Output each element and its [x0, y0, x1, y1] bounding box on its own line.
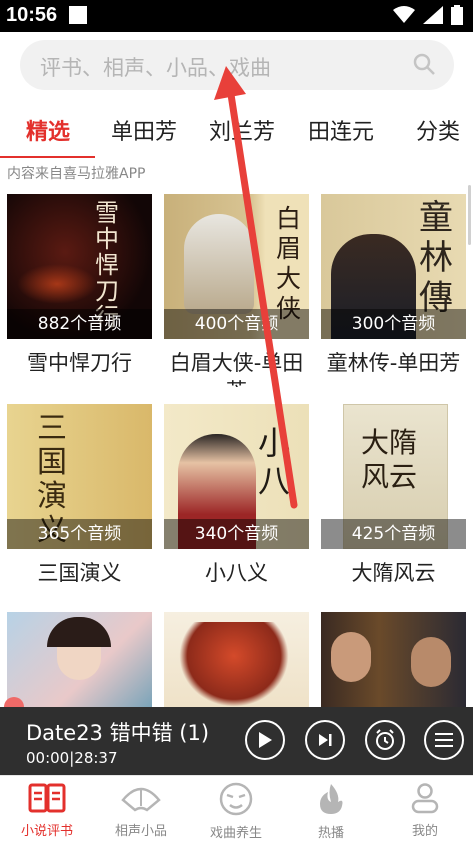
- nav-novel-pingshu[interactable]: 小说评书: [0, 782, 94, 839]
- tab-categories[interactable]: 分类: [416, 114, 460, 146]
- album-cover: [7, 612, 152, 707]
- menu-icon: [435, 733, 453, 747]
- audio-count: 340个音频: [164, 519, 309, 549]
- status-time: 10:56: [6, 4, 58, 26]
- album-title: 雪中悍刀行: [27, 351, 132, 375]
- next-button[interactable]: [305, 720, 345, 760]
- alarm-clock-icon: [376, 729, 394, 750]
- source-note: 内容来自喜马拉雅APP: [7, 166, 146, 182]
- album-card[interactable]: 三国演义 365个音频 三国演义: [7, 404, 152, 597]
- album-title: 小八义: [205, 561, 268, 585]
- nav-opera-wellness[interactable]: 戏曲养生: [189, 782, 283, 841]
- nav-hot[interactable]: 热播: [284, 782, 378, 841]
- nav-label: 我的: [411, 824, 438, 839]
- album-card[interactable]: [164, 612, 309, 707]
- scrollbar[interactable]: [468, 185, 471, 245]
- book-icon: [28, 783, 66, 813]
- audio-count: 365个音频: [7, 519, 152, 549]
- opera-mask-icon: [219, 782, 253, 816]
- cover-image: 童林傳: [419, 198, 453, 318]
- cover-image: 小八: [258, 424, 291, 500]
- signal-icon: [423, 6, 443, 24]
- audio-count: 882个音频: [7, 309, 152, 339]
- play-button[interactable]: [245, 720, 285, 760]
- play-icon: [259, 732, 272, 748]
- cover-image: 白眉大侠: [276, 204, 302, 323]
- wifi-icon: [393, 6, 415, 23]
- audio-count: 300个音频: [321, 309, 466, 339]
- tab-shan-tianfang[interactable]: 单田芳: [111, 114, 177, 146]
- album-cover: 大隋风云 425个音频: [321, 404, 466, 549]
- audio-count: 425个音频: [321, 519, 466, 549]
- timer-button[interactable]: [365, 720, 405, 760]
- album-card[interactable]: 小八 340个音频 小八义: [164, 404, 309, 597]
- nav-label: 热播: [317, 826, 344, 841]
- nav-crosstalk-skits[interactable]: 相声小品: [94, 782, 188, 839]
- bottom-navigation: 小说评书 相声小品 戏曲养生 热播 我的: [0, 775, 473, 841]
- flame-icon: [320, 784, 343, 814]
- album-cover: 小八 340个音频: [164, 404, 309, 549]
- category-tabs: 精选 单田芳 刘兰芳 田连元 分类: [0, 104, 473, 156]
- user-icon: [411, 783, 439, 814]
- tab-tian-lianyuan[interactable]: 田连元: [308, 114, 374, 146]
- album-title: 大隋风云: [351, 561, 436, 585]
- album-cover: 白眉大侠 400个音频: [164, 194, 309, 339]
- playback-time: 00:00|28:37: [26, 749, 118, 767]
- search-icon[interactable]: [412, 52, 436, 76]
- search-bar[interactable]: 评书、相声、小品、戏曲: [20, 40, 454, 90]
- now-playing-title[interactable]: Date23 错中错 (1): [26, 717, 209, 747]
- album-card[interactable]: 雪中悍刀行 882个音频 雪中悍刀行: [7, 194, 152, 387]
- audio-count: 400个音频: [164, 309, 309, 339]
- nav-profile[interactable]: 我的: [378, 782, 472, 839]
- nav-label: 相声小品: [114, 824, 167, 839]
- playlist-button[interactable]: [424, 720, 464, 760]
- tab-liu-lanfang[interactable]: 刘兰芳: [209, 114, 275, 146]
- album-cover: 三国演义 365个音频: [7, 404, 152, 549]
- album-card[interactable]: 童林傳 300个音频 童林传-单田芳: [321, 194, 466, 387]
- skip-next-icon: [319, 734, 332, 746]
- album-card[interactable]: 白眉大侠 400个音频 白眉大侠-单田芳: [164, 194, 309, 387]
- album-cover: 童林傳 300个音频: [321, 194, 466, 339]
- fan-icon: [121, 787, 161, 812]
- nav-label: 戏曲养生: [209, 826, 262, 841]
- cover-image: 大隋风云: [361, 426, 418, 493]
- status-bar: 10:56: [0, 0, 473, 32]
- album-title: 童林传-单田芳: [326, 351, 461, 375]
- album-title: 三国演义: [37, 561, 122, 585]
- search-placeholder: 评书、相声、小品、戏曲: [40, 56, 271, 80]
- album-cover: [321, 612, 466, 707]
- nav-label: 小说评书: [20, 824, 73, 839]
- notification-icon: [69, 6, 87, 24]
- album-card[interactable]: [321, 612, 466, 707]
- battery-icon: [451, 5, 463, 25]
- active-tab-indicator: [0, 156, 95, 158]
- album-cover: 雪中悍刀行 882个音频: [7, 194, 152, 339]
- album-cover: [164, 612, 309, 707]
- album-title: 白眉大侠-单田芳: [169, 351, 304, 387]
- album-card[interactable]: 大隋风云 425个音频 大隋风云: [321, 404, 466, 597]
- album-card[interactable]: [7, 612, 152, 707]
- mini-player: Date23 错中错 (1) 00:00|28:37: [0, 707, 473, 775]
- tab-featured[interactable]: 精选: [26, 114, 70, 146]
